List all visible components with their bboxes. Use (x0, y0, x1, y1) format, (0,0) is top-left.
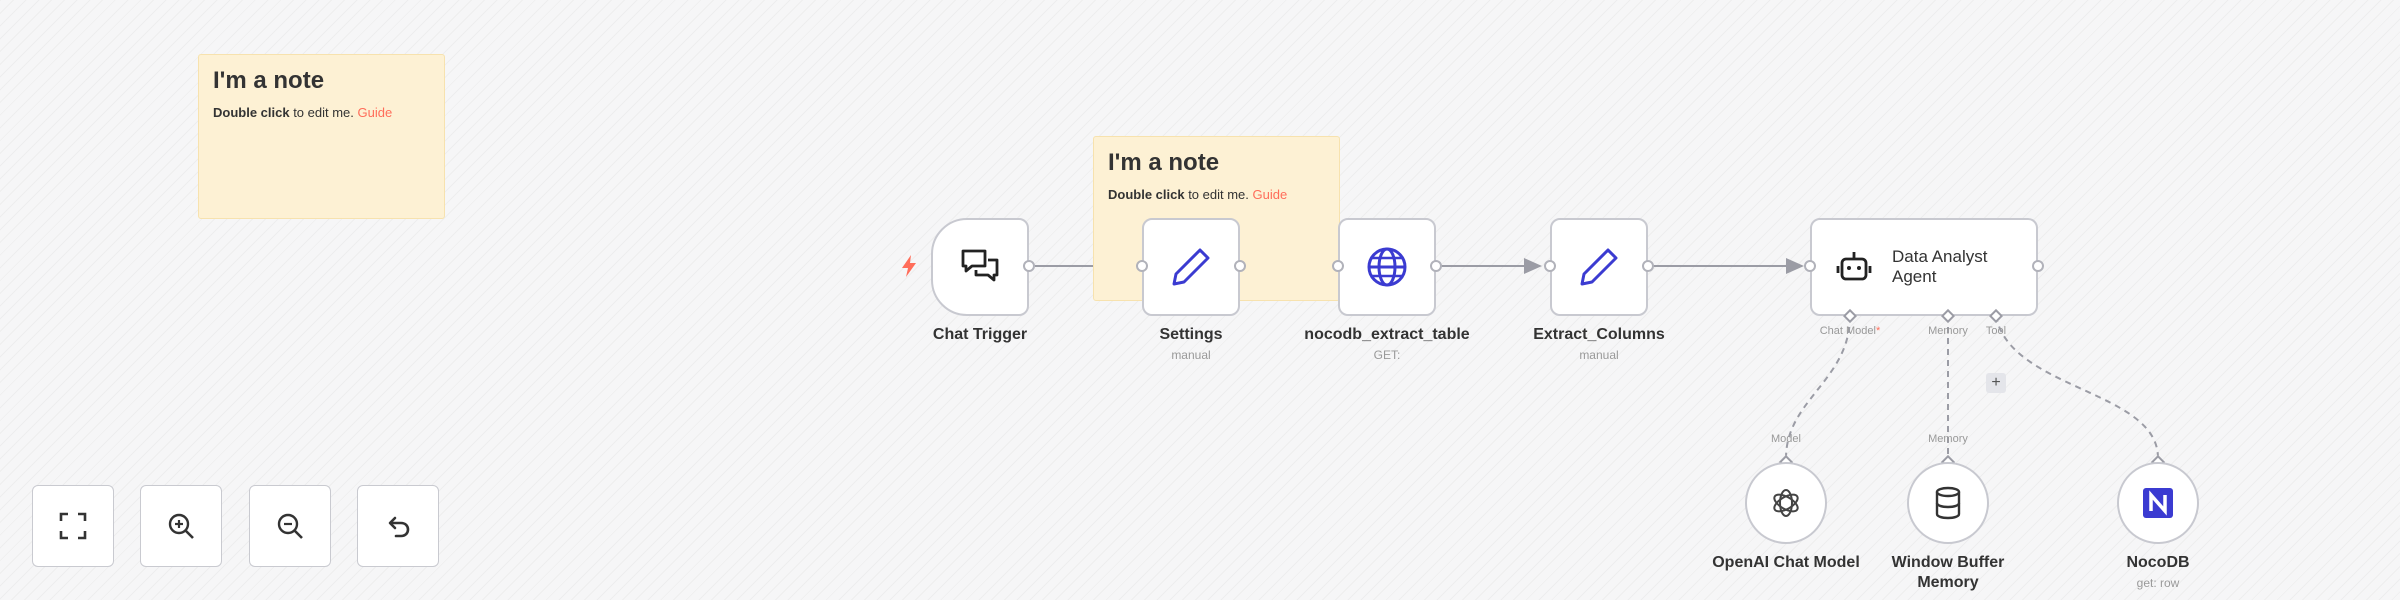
input-handle[interactable] (1332, 260, 1344, 272)
fit-view-icon (59, 512, 87, 540)
node-name: Chat Trigger (932, 326, 1028, 343)
robot-icon (1836, 252, 1872, 281)
node-label: Extract_Columns manual (1533, 325, 1665, 362)
input-handle[interactable] (1136, 260, 1148, 272)
node-label: NocoDB get: row (2126, 553, 2189, 590)
input-handle[interactable] (1544, 260, 1556, 272)
input-handle[interactable] (1804, 260, 1816, 272)
chat-model-port-label: Chat Model* (1820, 325, 1881, 337)
nocodb-node[interactable] (2117, 462, 2199, 544)
node-label: Window Buffer Memory (1892, 553, 2005, 593)
node-label: Settings manual (1159, 325, 1222, 362)
output-handle[interactable] (1642, 260, 1654, 272)
zoom-out-button[interactable] (249, 485, 331, 567)
note-title: I'm a note (1108, 149, 1220, 176)
output-handle[interactable] (1430, 260, 1442, 272)
zoom-in-button[interactable] (140, 485, 222, 567)
undo-icon (388, 516, 410, 538)
note-bold-text: Double click (1108, 187, 1185, 202)
fit-view-button[interactable] (32, 485, 114, 567)
data-analyst-agent-node[interactable]: Data Analyst Agent (1810, 218, 2038, 316)
pencil-icon (1172, 248, 1210, 286)
node-subtitle: manual (1171, 348, 1211, 362)
required-marker: * (1875, 325, 1881, 337)
note-body: Double click to edit me. Guide (1108, 187, 1325, 202)
note-guide-link[interactable]: Guide (358, 105, 393, 120)
agent-title-line: Data Analyst (1892, 247, 1988, 266)
node-name: Window Buffer (1891, 554, 2005, 571)
node-subtitle: get: row (2136, 576, 2180, 590)
note-bold-text: Double click (213, 105, 290, 120)
node-name: NocoDB (2126, 554, 2190, 571)
note-guide-link[interactable]: Guide (1253, 187, 1288, 202)
port-label-text: Chat Model (1819, 325, 1876, 337)
edge-agent-nocodb[interactable] (1995, 315, 2159, 459)
output-handle[interactable] (1234, 260, 1246, 272)
tool-port-label: Tool (1985, 325, 2007, 337)
globe-icon (1367, 247, 1407, 287)
node-subtitle: manual (1579, 348, 1619, 362)
note-title: I'm a note (213, 67, 325, 94)
chat-trigger-node[interactable] (931, 218, 1029, 316)
note-text: to edit me. (1184, 187, 1253, 202)
extract-columns-node[interactable] (1550, 218, 1648, 316)
node-label: Chat Trigger (933, 325, 1027, 345)
memory-input-label: Memory (1928, 433, 1968, 445)
model-input-label: Model (1771, 433, 1801, 445)
note-text: to edit me. (289, 105, 358, 120)
node-name: Settings (1159, 326, 1223, 343)
agent-title-line: Agent (1892, 267, 1937, 286)
reset-zoom-button[interactable] (357, 485, 439, 567)
add-tool-button[interactable]: + (1986, 373, 2006, 393)
zoom-in-icon (168, 513, 194, 539)
openai-icon (1773, 489, 1799, 517)
node-name: OpenAI Chat Model (1712, 554, 1860, 571)
agent-title: Data Analyst Agent (1892, 247, 1987, 287)
settings-node[interactable] (1142, 218, 1240, 316)
node-label: nocodb_extract_table GET: (1304, 325, 1469, 362)
node-name: nocodb_extract_table (1304, 326, 1470, 343)
nocodb-extract-table-node[interactable] (1338, 218, 1436, 316)
sticky-note[interactable]: I'm a note Double click to edit me. Guid… (198, 54, 445, 219)
note-body: Double click to edit me. Guide (213, 105, 430, 120)
pencil-icon (1580, 248, 1618, 286)
node-subtitle: GET: (1373, 348, 1401, 362)
memory-port-label: Memory (1928, 325, 1968, 337)
workflow-canvas[interactable]: I'm a note Double click to edit me. Guid… (0, 0, 2400, 600)
output-handle[interactable] (1023, 260, 1035, 272)
openai-chat-model-node[interactable] (1745, 462, 1827, 544)
nocodb-icon (2143, 488, 2173, 518)
window-buffer-memory-node[interactable] (1907, 462, 1989, 544)
node-label: OpenAI Chat Model (1712, 553, 1860, 573)
bolt-icon (902, 255, 916, 277)
node-name: Extract_Columns (1533, 326, 1665, 343)
node-name: Memory (1917, 574, 1979, 591)
zoom-out-icon (277, 513, 303, 539)
database-icon (1935, 486, 1961, 520)
output-handle[interactable] (2032, 260, 2044, 272)
chat-bubbles-icon (961, 249, 999, 282)
